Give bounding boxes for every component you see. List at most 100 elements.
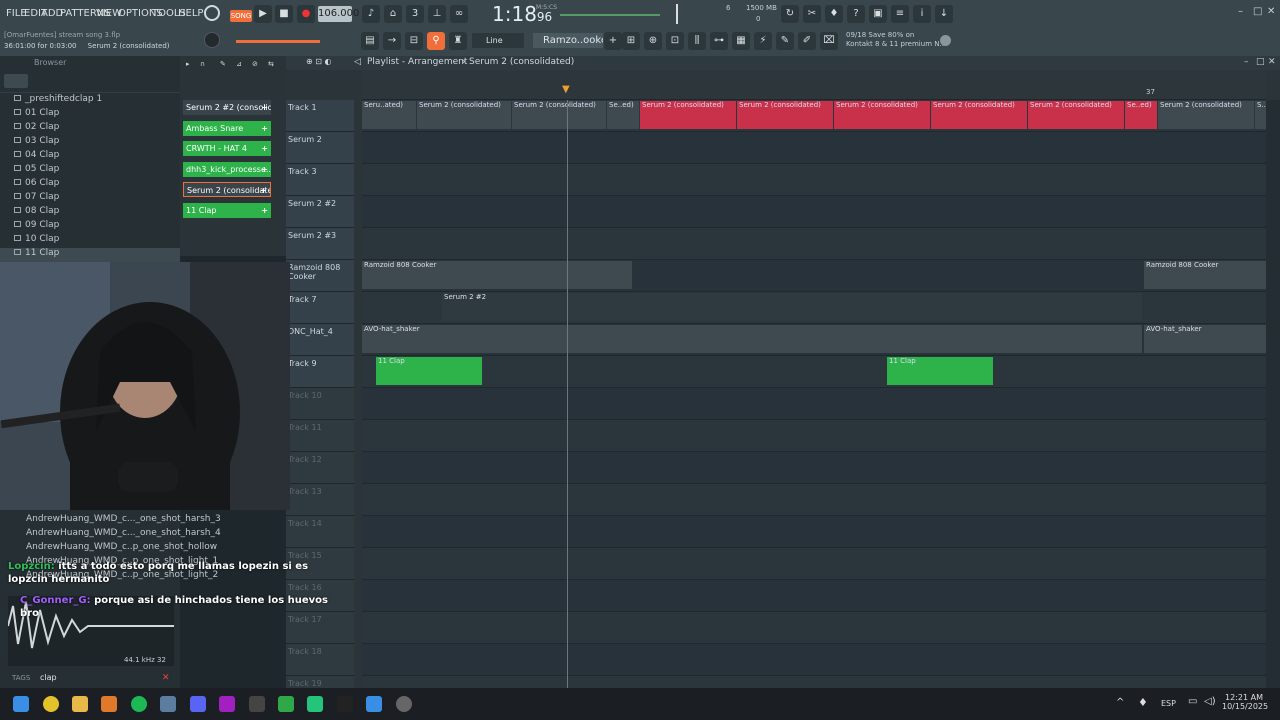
arrow-right-icon[interactable]: ▸ <box>186 60 190 68</box>
track-lane[interactable] <box>362 164 1266 196</box>
pattern-clip[interactable]: Serum 2 (consolidated) <box>834 101 930 129</box>
track-header[interactable]: Track 18 <box>286 644 354 676</box>
track-header[interactable]: Track 9 <box>286 356 354 388</box>
channel-button[interactable]: dhh3_kick_processe... + <box>183 161 271 177</box>
countdown-icon[interactable]: 3 <box>406 5 424 23</box>
browser-folder-item[interactable]: 03 Clap <box>0 136 180 150</box>
add-pattern-icon[interactable]: + <box>604 32 622 50</box>
add-icon[interactable]: + <box>261 203 268 218</box>
track-header[interactable]: Serum 2 #2 <box>286 196 354 228</box>
pattern-select[interactable]: Ramzo..ooker <box>533 33 603 48</box>
song-mode-toggle[interactable]: SONG <box>230 10 252 22</box>
hierarchy-icon[interactable]: ⊶ <box>710 32 728 50</box>
mixer-open-icon[interactable]: ⫼ <box>688 32 706 50</box>
track-lane[interactable] <box>362 420 1266 452</box>
tags-input[interactable]: clap <box>40 673 57 682</box>
obs-icon[interactable] <box>396 696 412 712</box>
browser-file-item[interactable]: AndrewHuang_WMD_c..._one_shot_harsh_3 <box>0 514 221 528</box>
download-icon[interactable]: ↓ <box>935 5 953 23</box>
browser-folder-item[interactable]: 06 Clap <box>0 178 180 192</box>
playlist-close-icon[interactable]: ✕ <box>1268 57 1276 67</box>
mute-icon[interactable]: ⇆ <box>268 60 274 68</box>
wait-input-icon[interactable]: ⌂ <box>384 5 402 23</box>
pattern-clip[interactable]: Serum 2 (consolidated) <box>640 101 736 129</box>
cut-icon[interactable]: ✂ <box>803 5 821 23</box>
info-icon[interactable]: i <box>913 5 931 23</box>
tray-chevron-icon[interactable]: ^ <box>1116 697 1124 708</box>
browser-back-button[interactable] <box>4 74 28 88</box>
play-button[interactable]: ▶ <box>254 5 272 23</box>
plugin-icon[interactable]: ⚡ <box>754 32 772 50</box>
track-lane[interactable] <box>362 196 1266 228</box>
track-header[interactable]: Track 12 <box>286 452 354 484</box>
start-icon[interactable] <box>13 696 29 712</box>
playlist-minimize-icon[interactable]: – <box>1244 57 1249 67</box>
channel-button[interactable]: Serum 2 (consolidate... + <box>183 182 271 197</box>
add-icon[interactable]: + <box>261 121 268 136</box>
help-icon[interactable]: ? <box>847 5 865 23</box>
clock[interactable]: 12:21 AM 10/15/2025 <box>1222 693 1268 711</box>
steam-icon[interactable] <box>160 696 176 712</box>
draw-icon[interactable]: ✎ <box>220 60 226 68</box>
audio-clip[interactable]: 11 Clap <box>887 357 993 385</box>
pattern-clip[interactable]: Serum 2 (consolidated) <box>737 101 833 129</box>
track-header[interactable]: Track 3 <box>286 164 354 196</box>
clipboard-icon[interactable]: ▦ <box>732 32 750 50</box>
pattern-clip[interactable]: Serum 2 (consolidated) <box>512 101 606 129</box>
pattern-clip[interactable]: Serum 2 (consolidated) <box>1028 101 1124 129</box>
track-lane[interactable] <box>362 516 1266 548</box>
loop-record-icon[interactable]: ∞ <box>450 5 468 23</box>
undo-icon[interactable]: ↻ <box>781 5 799 23</box>
menu-help[interactable]: HELP <box>178 8 203 19</box>
delete-icon[interactable]: ⊘ <box>252 60 258 68</box>
slice-icon[interactable]: ⊟ <box>405 32 423 50</box>
track-header[interactable]: Ramzoid 808 Cooker <box>286 260 354 292</box>
browser-folder-item[interactable]: 02 Clap <box>0 122 180 136</box>
browser-folder-item[interactable]: 11 Clap <box>0 248 180 262</box>
app-window-icon[interactable] <box>366 696 382 712</box>
stop-button[interactable]: ■ <box>275 5 293 23</box>
pattern-clip[interactable]: Se..ed) <box>607 101 639 129</box>
step-edit-icon[interactable]: ⊥ <box>428 5 446 23</box>
playlist-scrollbar[interactable] <box>1266 100 1280 688</box>
paint-icon[interactable]: ⊿ <box>236 60 242 68</box>
browser-folder-item[interactable]: _preshiftedclap 1 <box>0 94 180 108</box>
arrow-tool-icon[interactable]: → <box>383 32 401 50</box>
close-icon[interactable]: ✕ <box>1267 6 1275 17</box>
browser-folder-item[interactable]: 09 Clap <box>0 220 180 234</box>
xbox-icon[interactable] <box>278 696 294 712</box>
globe-icon[interactable] <box>940 35 951 46</box>
browser-folder-item[interactable]: 05 Clap <box>0 164 180 178</box>
playhead-marker[interactable]: ▼ <box>562 84 570 95</box>
pattern-clip[interactable]: Serum 2 (consolidated) <box>931 101 1027 129</box>
piano-icon[interactable]: ⊡ <box>666 32 684 50</box>
track-lane[interactable] <box>362 132 1266 164</box>
snap-select[interactable]: Line <box>472 33 524 48</box>
maximize-icon[interactable]: □ <box>1253 6 1262 17</box>
master-volume-knob[interactable] <box>204 32 220 48</box>
browser-folder-item[interactable]: 08 Clap <box>0 206 180 220</box>
track-header[interactable]: Track 10 <box>286 388 354 420</box>
link-icon[interactable]: ⚲ <box>427 32 445 50</box>
whatsapp-icon[interactable] <box>307 696 323 712</box>
channel-button[interactable]: Serum 2 #2 (consolid... + <box>183 100 271 115</box>
channel-button[interactable]: 11 Clap + <box>183 202 271 218</box>
shop-icon[interactable]: ⌧ <box>820 32 838 50</box>
track-lane[interactable] <box>362 452 1266 484</box>
browser-folder-item[interactable]: 07 Clap <box>0 192 180 206</box>
timeline-ruler[interactable]: 37 ▼ <box>362 70 1266 100</box>
pattern-clip[interactable]: AVO-hat_shaker <box>1144 325 1266 353</box>
track-lane[interactable] <box>362 548 1266 580</box>
browser-folder-item[interactable]: 10 Clap <box>0 234 180 248</box>
stamp-icon[interactable]: ♜ <box>449 32 467 50</box>
pattern-clip[interactable]: Ramzoid 808 Cooker <box>362 261 632 289</box>
master-pitch-slider[interactable] <box>236 40 320 43</box>
add-icon[interactable]: + <box>261 100 268 115</box>
add-icon[interactable]: + <box>260 183 267 196</box>
browser-file-item[interactable]: AndrewHuang_WMD_c..p_one_shot_hollow <box>0 542 217 556</box>
track-lane[interactable] <box>362 644 1266 676</box>
fl-studio-icon[interactable] <box>101 696 117 712</box>
track-lane[interactable] <box>362 580 1266 612</box>
track-header[interactable]: Track 13 <box>286 484 354 516</box>
audio-clip[interactable]: 11 Clap <box>376 357 482 385</box>
